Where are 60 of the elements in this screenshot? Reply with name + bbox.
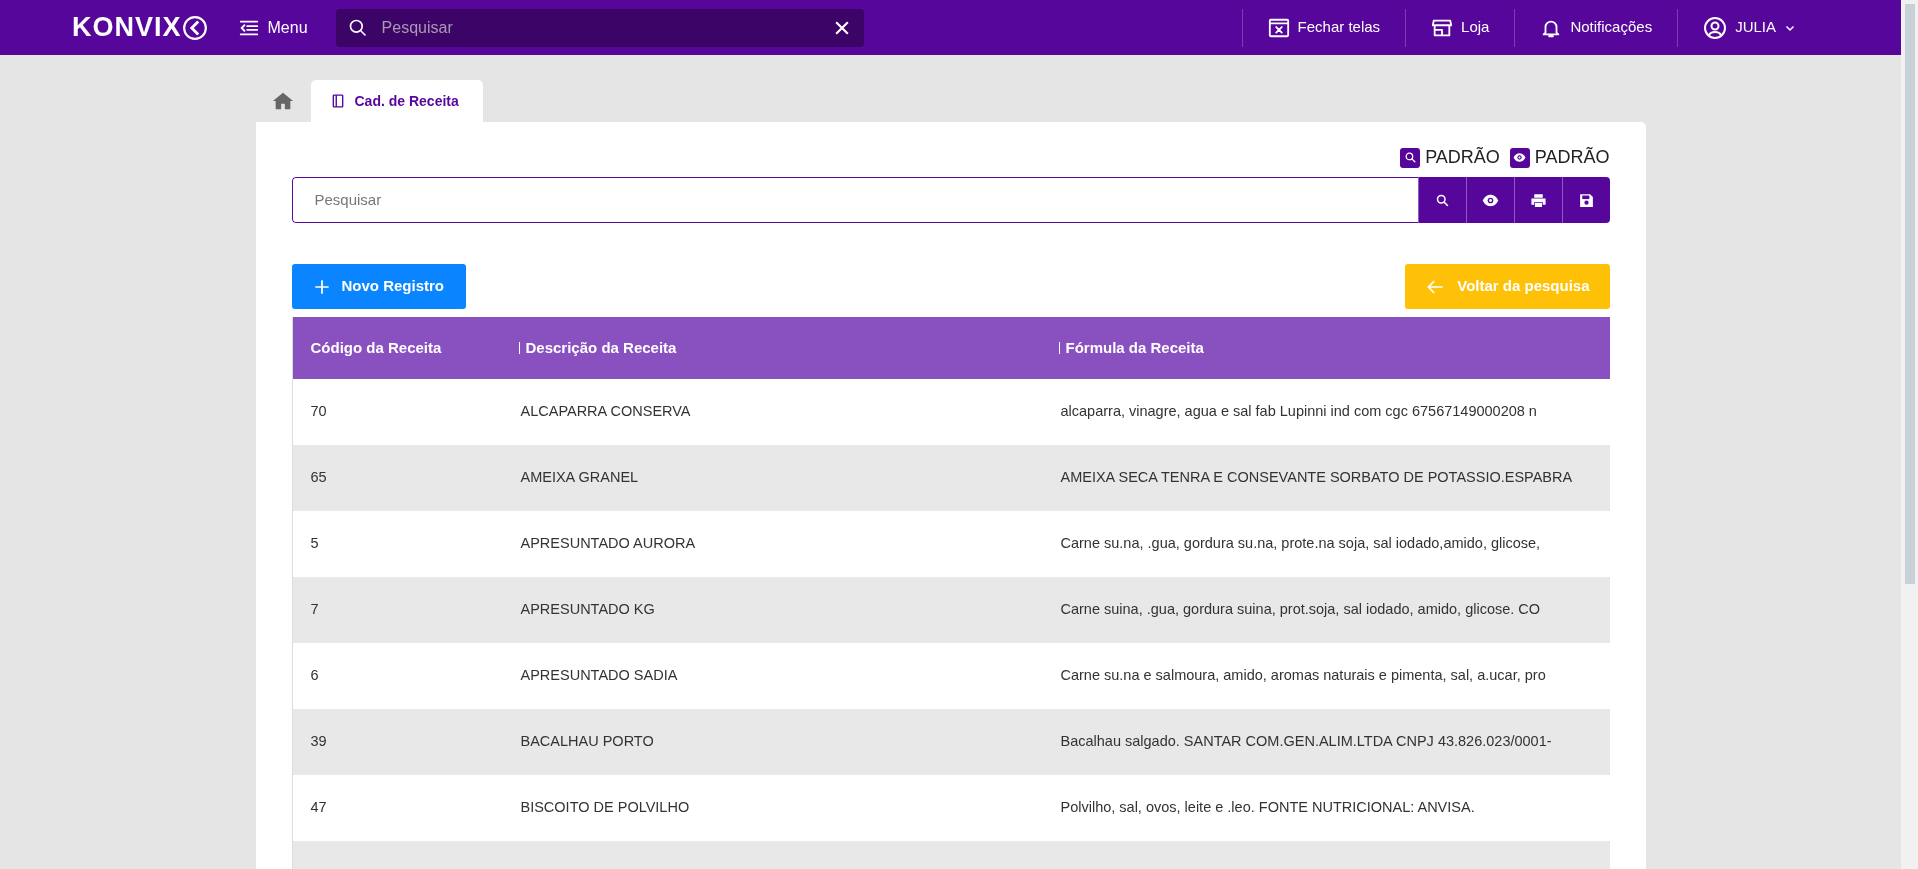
floppy-disk-button[interactable] <box>1561 177 1610 223</box>
eye-button[interactable] <box>1465 177 1514 223</box>
table-cell-text: APRESUNTADO AURORA <box>519 534 697 554</box>
table-cell-text: 5 <box>309 534 320 554</box>
table-cell-text: alcaparra, vinagre, agua e sal fab Lupinni ind com cgc 67567149000208 n <box>1059 402 1538 422</box>
table-row[interactable]: 39 BACALHAU PORTO Bacalhau salgado. SANTAR COM.GEN.ALIM.LTDA CNPJ 43.826.023/0001- <box>292 709 1610 775</box>
column-header[interactable]: Fórmula da Receita <box>1065 336 1204 360</box>
table-cell-text: 47 <box>309 798 328 818</box>
eye-icon <box>1509 147 1530 168</box>
table-cell-text: Carne su.na, .gua, gordura su.na, prote.na soja, sal iodado,amido, glicose, <box>1059 534 1542 554</box>
search-icon <box>347 17 368 38</box>
table-cell-text: ALCAPARRA CONSERVA <box>519 402 692 422</box>
table-cell-text: Polvilho, sal, ovos, leite e .leo. FONTE NUTRICIONAL: ANVISA. <box>1059 798 1476 818</box>
notifications-button[interactable]: Notificações <box>1515 16 1678 39</box>
table-cell-text: 65 <box>309 468 328 488</box>
table-cell-text: APRESUNTADO SADIA <box>519 666 679 686</box>
scrollbar[interactable] <box>1901 0 1918 869</box>
table-cell-text: APRESUNTADO KG <box>519 600 656 620</box>
filter-label: PADRÃO <box>1534 146 1610 169</box>
table-row[interactable]: 7 APRESUNTADO KG Carne suina, .gua, gordura suina, prot.soja, sal iodado, amido, glicose. CO <box>292 577 1610 643</box>
table-cell-text: 39 <box>309 732 328 752</box>
user-menu-button[interactable]: JULIA <box>1678 15 1821 40</box>
user-avatar-icon <box>1703 15 1728 40</box>
home-icon <box>272 90 294 112</box>
table-cell-text: Carne su.na e salmoura, amido, aromas naturais e pimenta, sal, a.ucar, pro <box>1059 666 1547 686</box>
table-row[interactable]: 47 BISCOITO DE POLVILHO Polvilho, sal, ovos, leite e .leo. FONTE NUTRICIONAL: ANVISA. <box>292 775 1610 841</box>
search-icon <box>1400 147 1421 168</box>
column-header[interactable]: Descrição da Receita <box>525 336 677 360</box>
table-row[interactable]: 6 APRESUNTADO SADIA Carne su.na e salmoura, amido, aromas naturais e pimenta, sal, a.ucar, pro <box>292 643 1610 709</box>
table-cell-text: Carne suina, .gua, gordura suina, prot.soja, sal iodado, amido, glicose. CO <box>1059 600 1542 620</box>
new-record-button[interactable]: Novo Registro <box>291 264 466 309</box>
tab[interactable]: Cad. de Receita <box>310 80 483 122</box>
close-windows-button[interactable]: Fechar telas <box>1242 16 1406 39</box>
close-window-icon <box>1267 16 1290 39</box>
search-button[interactable] <box>1417 177 1466 223</box>
search-input[interactable]: Pesquisar <box>379 14 820 41</box>
table-cell-text: BISCOITO DE POLVILHO <box>519 798 691 818</box>
printer-icon <box>1529 191 1547 209</box>
filter-label: PADRÃO <box>1425 146 1500 169</box>
table-row[interactable]: 70 ALCAPARRA CONSERVA alcaparra, vinagre, agua e sal fab Lupinni ind com cgc 67567149000208 n <box>292 379 1610 445</box>
menu-button[interactable]: Menu <box>237 15 308 40</box>
table-row[interactable]: 5 APRESUNTADO AURORA Carne su.na, .gua, gordura su.na, prote.na soja, sal iodado,amido, glicose, <box>292 511 1610 577</box>
column-header[interactable]: Código da Receita <box>310 338 442 356</box>
table-cell-text: AMEIXA GRANEL <box>519 468 640 488</box>
logo: KONVIX <box>72 14 182 41</box>
table-cell-text: 7 <box>309 600 320 620</box>
table-cell-text: Bacalhau salgado. SANTAR COM.GEN.ALIM.LTDA CNPJ 43.826.023/0001- <box>1059 732 1553 752</box>
store-button[interactable]: Loja <box>1406 16 1515 39</box>
printer-button[interactable] <box>1513 177 1562 223</box>
table-row[interactable]: 65 AMEIXA GRANEL AMEIXA SECA TENRA E CONSEVANTE SORBATO DE POTASSIO.ESPABRA <box>292 445 1610 511</box>
search-icon <box>1434 192 1450 208</box>
search-field[interactable]: Pesquisar <box>335 8 864 47</box>
table-cell-text: BACALHAU PORTO <box>519 732 655 752</box>
table-cell-text: AMEIXA SECA TENRA E CONSEVANTE SORBATO DE POTASSIO.ESPABRA <box>1059 468 1574 488</box>
search-input[interactable]: Pesquisar <box>291 177 1418 223</box>
plus-icon <box>313 278 330 295</box>
scrollbar-thumb[interactable] <box>1904 4 1915 584</box>
table-cell-text: 6 <box>309 666 320 686</box>
table-cell-text: 70 <box>309 402 328 422</box>
book-icon <box>330 94 345 108</box>
